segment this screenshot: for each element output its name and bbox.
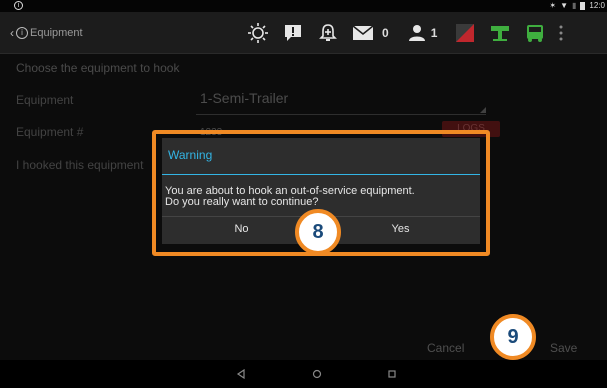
step-badge-9: 9 bbox=[490, 314, 536, 360]
yes-button[interactable]: Yes bbox=[321, 217, 480, 245]
toolbar: 0 1 bbox=[244, 20, 573, 46]
back-button[interactable]: ‹ i Equipment bbox=[10, 26, 83, 40]
person-icon[interactable] bbox=[403, 20, 431, 46]
back-arrow-icon: ‹ bbox=[10, 26, 14, 40]
mail-icon[interactable] bbox=[349, 20, 377, 46]
message-count: 0 bbox=[382, 26, 389, 40]
signal-icon: ▮ bbox=[572, 1, 577, 10]
wifi-icon: ▼ bbox=[560, 1, 569, 10]
app-logo-icon: i bbox=[16, 27, 28, 39]
overflow-icon[interactable] bbox=[556, 20, 566, 46]
system-nav-bar bbox=[0, 360, 607, 388]
device-screen: i ✶ ▼ ▮ 12:0 ‹ i Equipment 0 1 Choose th… bbox=[0, 0, 607, 388]
back-nav-icon[interactable] bbox=[233, 366, 249, 382]
dialog-title: Warning bbox=[168, 148, 213, 162]
driver-count: 1 bbox=[430, 26, 438, 40]
page-title: Equipment bbox=[30, 27, 83, 39]
app-bar: ‹ i Equipment 0 1 bbox=[0, 12, 607, 54]
status-icons: ✶ ▼ ▮ 12:0 bbox=[549, 1, 605, 11]
battery-icon bbox=[580, 2, 586, 10]
truck-road-icon[interactable] bbox=[486, 20, 514, 46]
dialog-message: You are about to hook an out-of-service … bbox=[165, 186, 477, 208]
home-nav-icon[interactable] bbox=[309, 366, 325, 382]
cancel-button[interactable]: Cancel bbox=[427, 341, 464, 355]
brightness-icon[interactable] bbox=[244, 20, 272, 46]
status-bar: i ✶ ▼ ▮ 12:0 bbox=[0, 0, 607, 12]
bell-icon[interactable] bbox=[314, 20, 342, 46]
truck-icon[interactable] bbox=[521, 20, 549, 46]
save-button[interactable]: Save bbox=[550, 341, 577, 355]
step-badge-8: 8 bbox=[295, 209, 341, 255]
status-time: 12:0 bbox=[589, 1, 605, 10]
status-flag-icon[interactable] bbox=[451, 20, 479, 46]
chat-alert-icon[interactable] bbox=[279, 20, 307, 46]
recents-nav-icon[interactable] bbox=[384, 366, 400, 382]
dialog-message-line-2: Do you really want to continue? bbox=[165, 196, 319, 208]
bluetooth-icon: ✶ bbox=[549, 1, 557, 10]
dialog-divider bbox=[162, 174, 480, 175]
info-status-icon: i bbox=[14, 1, 23, 10]
